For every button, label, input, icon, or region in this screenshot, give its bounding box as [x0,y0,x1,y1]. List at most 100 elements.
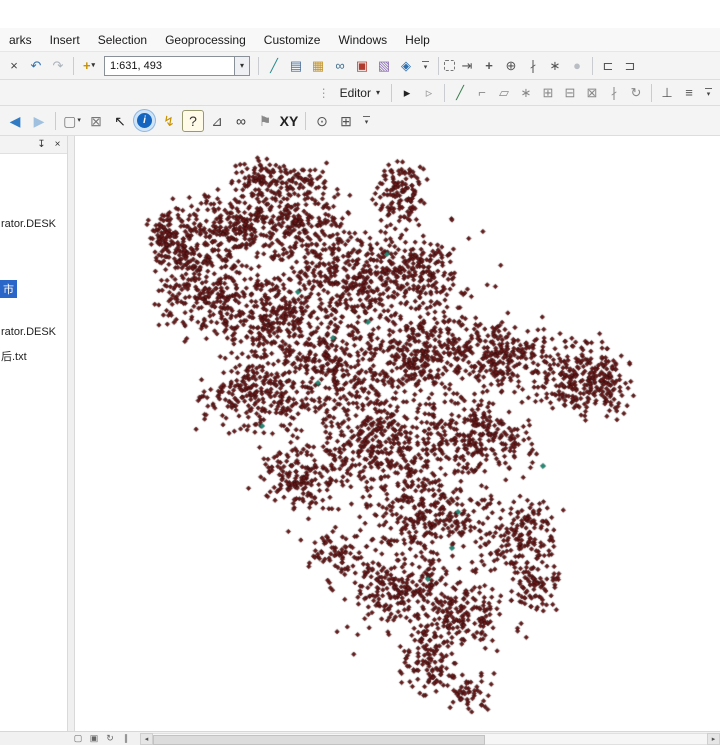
tools-toolbar: ◀ ▶ ▢ ▾ ⊠ ↖ i ↯? ⊿ ∞ ⚑ XY ⊙ ⊞ ▾ [0,106,720,136]
toolbar-separator [651,83,652,102]
find-icon[interactable]: ∞ [230,110,252,132]
pause-drawing-icon[interactable]: ∥ [119,733,133,745]
chevron-down-icon: ▾ [77,117,81,124]
map-canvas[interactable] [75,136,720,731]
menu-item-customize[interactable]: Customize [255,29,330,51]
toc-layer-item[interactable]: rator.DESK [1,218,56,230]
toolbar-separator [391,83,392,102]
toolbar-separator [258,56,259,75]
toc-panel-body: rator.DESK 市 rator.DESK 后.txt [0,154,67,731]
toc-panel-header: ↧ × [0,136,67,154]
toolbar-separator [444,83,445,102]
catalog-icon[interactable]: ▦ [308,56,328,76]
chevron-down-icon: ▾ [91,62,96,69]
go-to-xy-icon[interactable]: XY [278,110,300,132]
find-route-icon[interactable]: ⚑ [254,110,276,132]
edit-annotation-icon[interactable]: ▹ [419,83,439,103]
picture-icon[interactable]: ▧ [374,56,394,76]
panel-splitter[interactable] [68,136,75,731]
attributes-icon[interactable]: ⊥ [657,83,677,103]
hyperlink-icon[interactable]: ↯ [158,110,180,132]
go-back-icon[interactable]: ◀ [4,110,26,132]
standard-toolbar: ×↶↷+▾▾╱▤▦∞▣▧◈▾⇥+⊕∤∗●⊏⊐ [0,52,720,80]
scale-dropdown-arrow-icon[interactable]: ▾ [234,55,250,76]
shift-arrow-icon[interactable]: ⇥ [457,56,477,76]
scrollbar-thumb[interactable] [153,734,486,745]
scrollbar-track[interactable] [153,732,707,745]
toc-layer-item[interactable]: 后.txt [1,348,27,364]
map-scale-input-wrap: ▾ [104,55,250,76]
scroll-left-icon[interactable]: ◂ [140,732,153,745]
delete-icon[interactable]: × [4,56,24,76]
toolbar-grip: ⋮ [317,85,330,100]
edit-vertices-icon[interactable]: ⊞ [538,83,558,103]
transform-icon[interactable]: ∗ [545,56,565,76]
editor-menu[interactable]: Editor ▾ [333,83,387,103]
map-display-area [75,136,720,731]
table-of-contents-panel: ↧ × rator.DESK 市 rator.DESK 后.txt [0,136,68,731]
edit-sketch-icon[interactable]: ╱ [264,56,284,76]
go-forward-icon[interactable]: ▶ [28,110,50,132]
chevron-down-icon: ▾ [375,88,380,97]
menu-item-insert[interactable]: Insert [41,29,89,51]
search-icon[interactable]: ∞ [330,56,350,76]
select-elements-icon[interactable]: ↖ [109,110,131,132]
auto-complete-icon[interactable]: ● [567,56,587,76]
toolbar-separator [305,111,306,130]
toolbar-options-icon[interactable]: ▾ [360,111,373,131]
identify-icon[interactable]: i [137,113,152,128]
reshape-icon[interactable]: ⊟ [560,83,580,103]
viewer-window-icon[interactable]: ⊞ [335,110,357,132]
toolbar-options-icon[interactable]: ▾ [702,83,715,103]
toolbar-separator [73,56,74,75]
measure-icon[interactable]: ⊿ [206,110,228,132]
toc-layer-item-selected[interactable]: 市 [0,280,17,298]
sketch-properties-icon[interactable]: ≡ [679,83,699,103]
toolbar-separator [438,56,439,75]
pan-arrows-icon[interactable]: + [479,56,499,76]
zoom-window-icon[interactable] [444,60,455,71]
map-scale-input[interactable] [104,55,234,76]
align-right-icon[interactable]: ⊐ [620,56,640,76]
window-top-area [0,0,720,28]
menu-item-help[interactable]: Help [396,29,439,51]
data-view-icon[interactable]: ▢ [71,733,85,745]
cut-polygons-icon[interactable]: ⊠ [582,83,602,103]
pin-icon[interactable]: ↧ [35,138,48,151]
point-tool-icon[interactable]: ∗ [516,83,536,103]
view-buttons: ▢ ▣ ↻ ∥ [70,732,134,745]
html-popup-icon[interactable]: ? [182,109,204,132]
scroll-right-icon[interactable]: ▸ [707,732,720,745]
clear-selection-icon[interactable]: ⊠ [85,110,107,132]
rotate-line-icon[interactable]: ∤ [523,56,543,76]
menu-item-windows[interactable]: Windows [329,29,396,51]
menu-item-geoprocessing[interactable]: Geoprocessing [156,29,255,51]
main-content: ↧ × rator.DESK 市 rator.DESK 后.txt [0,136,720,731]
crosshair-icon[interactable]: ⊕ [501,56,521,76]
toc-layer-item[interactable]: rator.DESK [1,326,56,338]
menu-item-selection[interactable]: Selection [89,29,156,51]
straight-segment-icon[interactable]: ╱ [450,83,470,103]
align-left-icon[interactable]: ⊏ [598,56,618,76]
arctoolbox-icon[interactable]: ▣ [352,56,372,76]
menu-item-bookmarks[interactable]: arks [0,29,41,51]
toolbar-options-icon[interactable]: ▾ [419,56,432,76]
modelbuilder-icon[interactable]: ◈ [396,56,416,76]
rotate-tool-icon[interactable]: ↻ [626,83,646,103]
editor-toolbar: ⋮ Editor ▾ ▸ ▹ ╱ ⌐ ▱ ∗ ⊞ ⊟ ⊠ ∤ ↻ ⊥ ≡ ▾ [315,80,717,105]
split-icon[interactable]: ∤ [604,83,624,103]
trace-icon[interactable]: ▱ [494,83,514,103]
table-of-contents-icon[interactable]: ▤ [286,56,306,76]
arcmap-window: arks Insert Selection Geoprocessing Cust… [0,0,720,745]
layout-view-icon[interactable]: ▣ [87,733,101,745]
edit-tool-icon[interactable]: ▸ [397,83,417,103]
select-features-icon[interactable]: ▢ ▾ [61,110,83,132]
magnifier-window-icon[interactable]: ⊙ [311,110,333,132]
undo-icon[interactable]: ↶ [26,56,46,76]
refresh-view-icon[interactable]: ↻ [103,733,117,745]
redo-icon[interactable]: ↷ [48,56,68,76]
endpoint-arc-icon[interactable]: ⌐ [472,83,492,103]
add-data-icon[interactable]: + ▾ [79,56,99,76]
close-icon[interactable]: × [51,138,64,151]
